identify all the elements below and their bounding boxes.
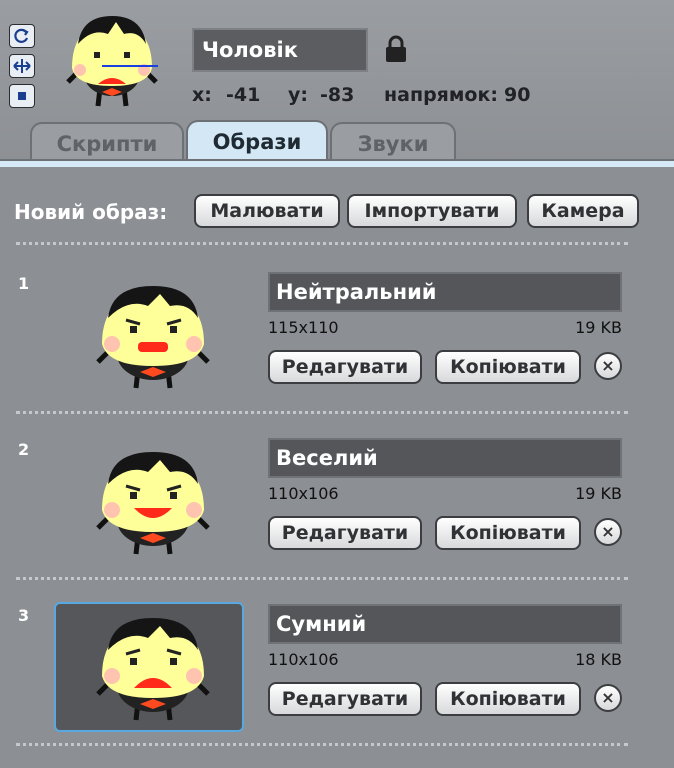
costume-index: 1 (18, 274, 30, 293)
man-icon (96, 618, 210, 721)
man-icon (96, 286, 210, 389)
sprite-thumbnail (66, 16, 158, 107)
rotate-icon (14, 28, 29, 43)
paint-button[interactable]: Малювати (194, 194, 340, 228)
costume-dimensions: 110x106 (268, 484, 339, 503)
direction-value: 90 (504, 84, 531, 106)
copy-button[interactable]: Копіювати (435, 516, 581, 550)
rotate-style-button[interactable] (9, 24, 35, 48)
costume-file-size: 19 KB (575, 484, 622, 503)
costume-name-field[interactable]: Нейтральний (268, 272, 622, 312)
flip-horizontal-icon (13, 59, 31, 73)
sprite-name-field[interactable]: Чоловік (192, 28, 368, 72)
import-button[interactable]: Імпортувати (347, 194, 517, 228)
costume-thumbnail[interactable] (78, 612, 228, 722)
delete-costume-button[interactable]: × (594, 352, 622, 380)
costume-file-size: 18 KB (575, 650, 622, 669)
tab-costumes[interactable]: Образи (186, 120, 328, 164)
y-value: -83 (320, 84, 355, 106)
costume-thumbnail[interactable] (78, 446, 228, 556)
costume-name-field[interactable]: Сумний (268, 604, 622, 644)
separator (16, 743, 628, 746)
separator (16, 411, 628, 414)
tab-scripts[interactable]: Скрипти (30, 122, 184, 162)
costume-index: 2 (18, 440, 30, 459)
costume-thumbnail[interactable] (78, 280, 228, 390)
costume-dimensions: 110x106 (268, 650, 339, 669)
copy-button[interactable]: Копіювати (435, 350, 581, 384)
no-rotate-icon (18, 92, 26, 100)
costume-index: 3 (18, 606, 30, 625)
x-value: -41 (226, 84, 261, 106)
tab-sounds[interactable]: Звуки (330, 122, 456, 162)
delete-costume-button[interactable]: × (594, 518, 622, 546)
costume-name-field[interactable]: Веселий (268, 438, 622, 478)
copy-button[interactable]: Копіювати (435, 682, 581, 716)
y-label: y: (288, 84, 308, 106)
camera-button[interactable]: Камера (527, 194, 639, 228)
x-label: x: (192, 84, 212, 106)
separator (16, 242, 628, 245)
no-rotate-button[interactable] (9, 84, 35, 108)
lock-icon[interactable] (384, 34, 408, 64)
costume-dimensions: 115x110 (268, 318, 339, 337)
new-costume-label: Новий образ: (14, 200, 168, 224)
delete-costume-button[interactable]: × (594, 684, 622, 712)
costume-file-size: 19 KB (575, 318, 622, 337)
man-icon (66, 16, 158, 107)
flip-style-button[interactable] (9, 54, 35, 78)
edit-button[interactable]: Редагувати (268, 516, 422, 550)
direction-label: напрямок: (384, 84, 498, 106)
edit-button[interactable]: Редагувати (268, 350, 422, 384)
man-icon (96, 452, 210, 555)
edit-button[interactable]: Редагувати (268, 682, 422, 716)
separator (16, 577, 628, 580)
